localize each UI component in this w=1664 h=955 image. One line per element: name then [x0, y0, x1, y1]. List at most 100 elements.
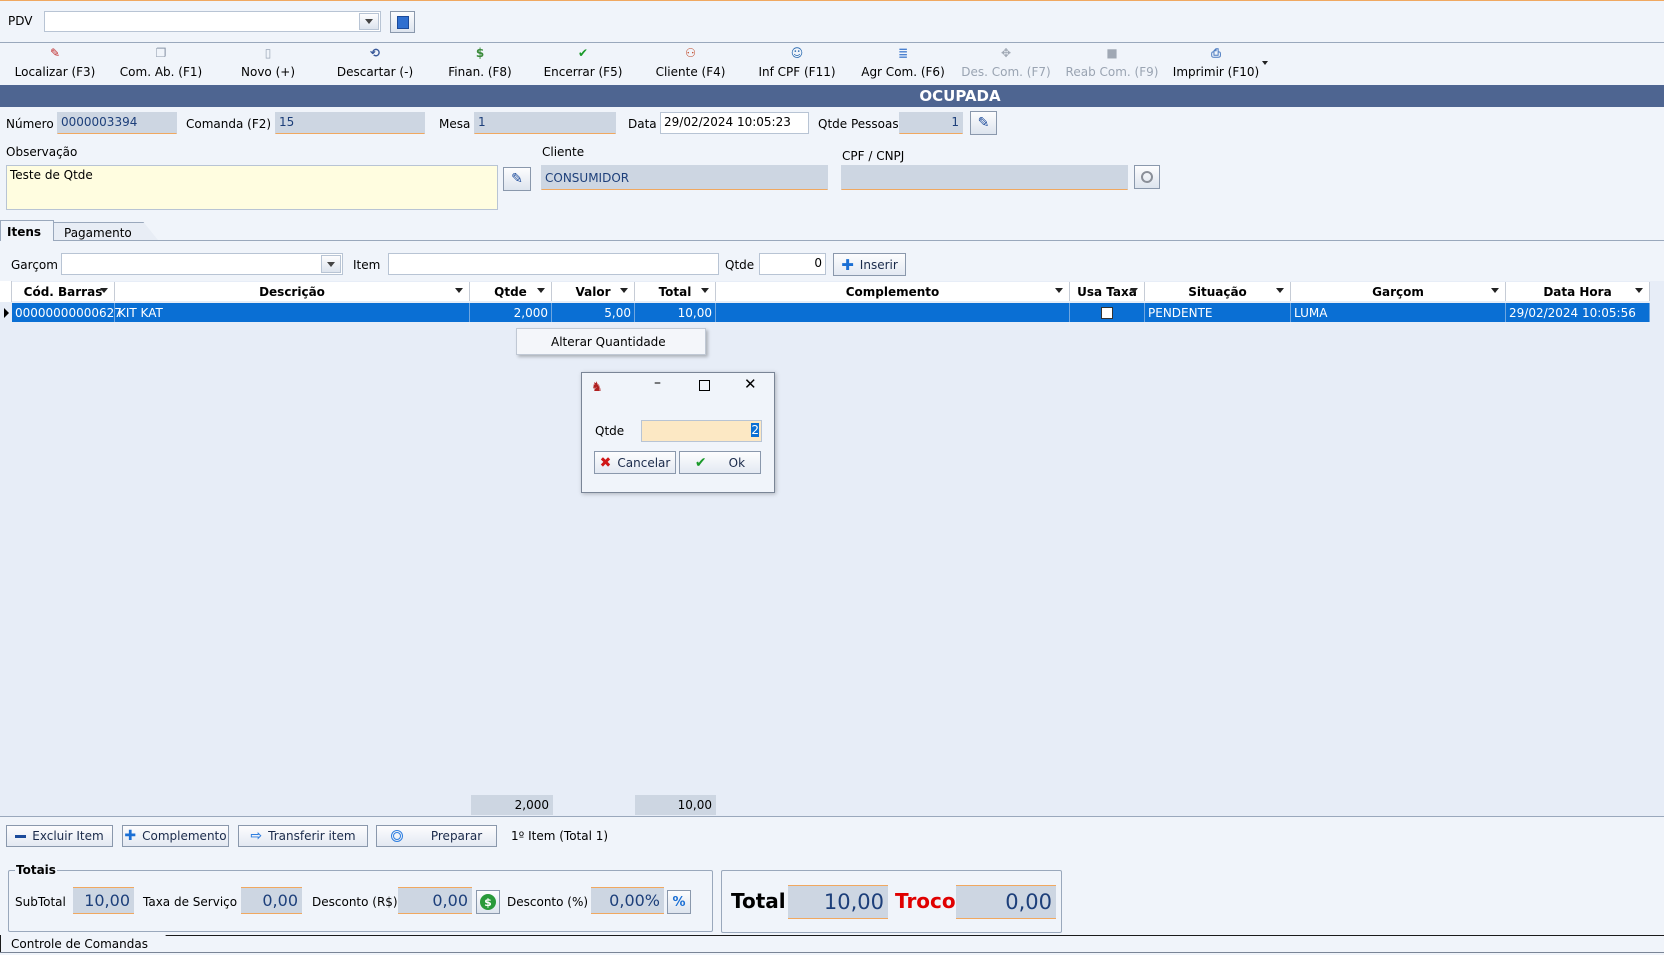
- toolbar-label: Des. Com. (F7): [961, 65, 1051, 79]
- close-icon[interactable]: ✕: [744, 375, 757, 393]
- desc-rs-button[interactable]: $: [476, 890, 500, 914]
- complemento-button[interactable]: ✚ Complemento: [122, 825, 229, 847]
- toolbar-button-8[interactable]: ☺ Inf CPF (F11): [751, 43, 843, 79]
- column-filter-icon[interactable]: [1130, 288, 1138, 293]
- column-header[interactable]: Cód. Barras: [12, 282, 115, 301]
- money-bag-icon: $: [475, 46, 485, 60]
- troco-value: 0,00: [956, 885, 1056, 919]
- column-header-label: Qtde: [494, 284, 527, 299]
- table-cell-garcom: LUMA: [1291, 303, 1506, 322]
- item-count-info: 1º Item (Total 1): [511, 829, 609, 843]
- transferir-item-button[interactable]: ⇨ Transferir item: [238, 825, 368, 847]
- column-header[interactable]: Garçom: [1291, 282, 1506, 301]
- column-header[interactable]: Usa Taxa: [1070, 282, 1145, 301]
- column-header[interactable]: Situação: [1145, 282, 1291, 301]
- column-filter-icon[interactable]: [620, 288, 628, 293]
- toolbar-button-11[interactable]: ■ Reab Com. (F9): [1065, 43, 1159, 79]
- items-grid: [0, 281, 1664, 816]
- garcom-select[interactable]: [61, 253, 343, 275]
- inserir-button[interactable]: ✚ Inserir: [833, 253, 906, 276]
- excluir-item-button[interactable]: Excluir Item: [6, 825, 113, 847]
- column-filter-icon[interactable]: [1635, 288, 1643, 293]
- numero-field[interactable]: 0000003394: [57, 112, 177, 134]
- item-label: Item: [353, 258, 381, 272]
- toolbar-button-5[interactable]: $ Finan. (F8): [440, 43, 520, 79]
- obs-label: Observação: [6, 145, 78, 159]
- column-header[interactable]: Qtde: [470, 282, 552, 301]
- footer-total-sum: 10,00: [635, 795, 716, 815]
- comanda-field[interactable]: 15: [275, 112, 425, 134]
- column-header[interactable]: Descrição: [115, 282, 470, 301]
- maximize-icon[interactable]: [699, 380, 710, 391]
- app-logo-icon: ♞: [591, 380, 603, 395]
- toolbar-label: Reab Com. (F9): [1065, 65, 1159, 79]
- column-filter-icon[interactable]: [1491, 288, 1499, 293]
- pdv-dropdown-button[interactable]: [359, 13, 379, 30]
- preparar-button[interactable]: Preparar: [376, 825, 497, 847]
- cpf-search-button[interactable]: [1134, 165, 1160, 189]
- comanda-label: Comanda (F2): [186, 117, 272, 131]
- toolbar-button-1[interactable]: ✎ Localizar (F3): [10, 43, 100, 79]
- obs-textarea[interactable]: Teste de Qtde: [6, 165, 498, 210]
- qtde-dialog: ♞ – ✕ Qtde 2 ✖ Cancelar ✔ Ok: [581, 372, 775, 493]
- total-label: Total: [731, 889, 786, 913]
- qtde-input[interactable]: 0: [759, 253, 826, 275]
- toolbar-button-3[interactable]: ▯ Novo (+): [228, 43, 308, 79]
- item-input[interactable]: [388, 253, 719, 275]
- desc-rs-field[interactable]: 0,00: [398, 887, 472, 914]
- column-filter-icon[interactable]: [701, 288, 709, 293]
- minimize-icon[interactable]: –: [654, 375, 661, 391]
- tab-pagamento[interactable]: Pagamento: [54, 222, 158, 240]
- check-icon: ✔: [577, 46, 589, 60]
- desc-pct-button[interactable]: %: [667, 890, 691, 914]
- transfer-arrow-icon: ⇨: [250, 828, 263, 844]
- column-filter-icon[interactable]: [455, 288, 463, 293]
- mesa-field[interactable]: 1: [474, 112, 616, 134]
- tab-controle-de-comandas[interactable]: Controle de Comandas: [0, 935, 166, 953]
- garcom-dropdown-button[interactable]: [321, 255, 341, 273]
- cpf-field[interactable]: [841, 165, 1128, 190]
- cancelar-button[interactable]: ✖ Cancelar: [594, 451, 676, 474]
- people-icon: ⚇: [685, 46, 696, 60]
- mesa-label: Mesa: [439, 117, 471, 131]
- obs-edit-button[interactable]: ✎: [503, 167, 531, 191]
- column-header[interactable]: Complemento: [716, 282, 1070, 301]
- table-cell-usa-taxa[interactable]: [1070, 303, 1145, 322]
- toolbar-button-10[interactable]: ✥ Des. Com. (F7): [960, 43, 1052, 79]
- toolbar-button-2[interactable]: ❐ Com. Ab. (F1): [116, 43, 206, 79]
- column-header[interactable]: Valor: [552, 282, 635, 301]
- taxa-field[interactable]: 0,00: [241, 887, 302, 914]
- subtotal-field[interactable]: 10,00: [73, 887, 134, 914]
- dialog-qtde-input[interactable]: 2: [641, 420, 762, 442]
- ok-button[interactable]: ✔ Ok: [679, 451, 761, 474]
- usa-taxa-checkbox[interactable]: [1101, 306, 1113, 319]
- column-header[interactable]: Total: [635, 282, 716, 301]
- data-label: Data: [628, 117, 657, 131]
- column-header[interactable]: Data Hora: [1506, 282, 1650, 301]
- pdv-select[interactable]: [44, 11, 381, 32]
- fingerprint-icon: [1141, 171, 1153, 183]
- tab-itens[interactable]: Itens: [0, 220, 54, 241]
- column-filter-icon[interactable]: [1276, 288, 1284, 293]
- row-indicator-icon: [0, 303, 12, 322]
- cliente-field[interactable]: CONSUMIDOR: [541, 165, 828, 190]
- toolbar-button-4[interactable]: ⟲ Descartar (-): [330, 43, 420, 79]
- data-field[interactable]: 29/02/2024 10:05:23: [660, 112, 809, 134]
- context-menu-alterar-quantidade[interactable]: Alterar Quantidade: [516, 328, 706, 355]
- x-icon: ✖: [599, 454, 612, 471]
- pessoas-field[interactable]: 1: [899, 112, 963, 134]
- column-filter-icon[interactable]: [537, 288, 545, 293]
- toolbar-button-12[interactable]: ⎙ Imprimir (F10): [1170, 43, 1262, 80]
- pessoas-edit-button[interactable]: ✎: [970, 111, 997, 135]
- cliente-label: Cliente: [542, 145, 585, 159]
- pdv-list-button[interactable]: [390, 11, 415, 33]
- column-filter-icon[interactable]: [1055, 288, 1063, 293]
- column-filter-icon[interactable]: [100, 288, 108, 293]
- plus-icon: ✚: [124, 828, 137, 844]
- desc-pct-field[interactable]: 0,00%: [591, 887, 664, 914]
- toolbar-button-6[interactable]: ✔ Encerrar (F5): [538, 43, 628, 79]
- column-header-label: Garçom: [1372, 284, 1424, 299]
- toolbar-button-9[interactable]: ≣ Agr Com. (F6): [857, 43, 949, 79]
- print-dropdown-icon[interactable]: [1262, 61, 1268, 65]
- toolbar-button-7[interactable]: ⚇ Cliente (F4): [648, 43, 733, 79]
